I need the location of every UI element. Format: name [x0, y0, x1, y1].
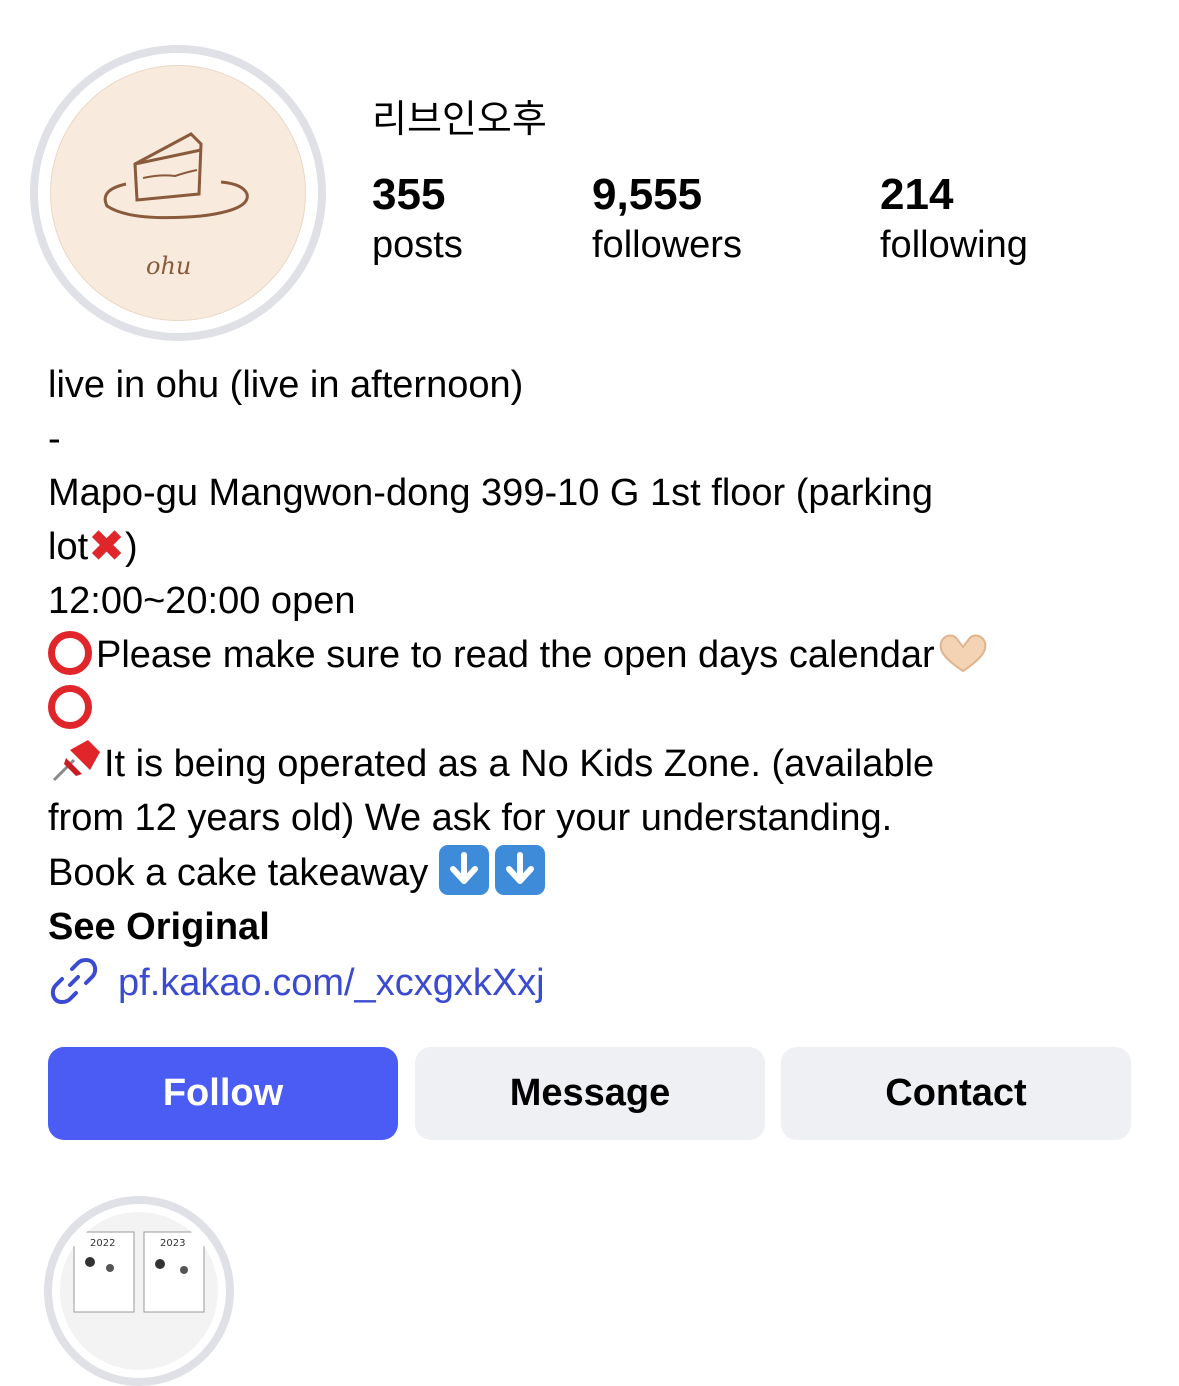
link-icon: [50, 958, 98, 1004]
message-button[interactable]: Message: [415, 1047, 765, 1140]
stat-followers[interactable]: 9,555 followers: [592, 170, 742, 270]
profile-link[interactable]: pf.kakao.com/_xcxgxkXxj: [48, 955, 545, 1007]
contact-button[interactable]: Contact: [781, 1047, 1131, 1140]
pushpin-icon: [52, 740, 100, 782]
following-count: 214: [880, 170, 954, 219]
avatar-frame: ohu: [38, 53, 318, 333]
following-label: following: [880, 224, 1028, 266]
down-arrow-icon: [438, 845, 489, 895]
highlight-frame: 2022 2023: [52, 1204, 226, 1378]
hollow-red-circle-icon: [48, 685, 92, 729]
cake-slice-icon: ohu: [103, 132, 249, 280]
bio: live in ohu (live in afternoon) - Mapo-g…: [48, 358, 1148, 954]
link-text[interactable]: pf.kakao.com/_xcxgxkXxj: [118, 962, 545, 1004]
bio-line: -: [48, 418, 61, 460]
stat-posts[interactable]: 355 posts: [372, 170, 463, 270]
username: 리브인오후: [372, 97, 547, 141]
highlight-thumbnail: 2022 2023: [60, 1212, 218, 1370]
highlight-year-1: 2022: [90, 1238, 115, 1249]
bio-text: Book a cake takeaway: [48, 852, 439, 894]
bio-text: Please make sure to read the open days c…: [96, 634, 935, 676]
followers-label: followers: [592, 224, 742, 266]
bio-line: from 12 years old) We ask for your under…: [48, 797, 893, 839]
heart-hands-icon: [939, 634, 987, 673]
bio-line: 12:00~20:00 open: [48, 580, 356, 622]
bio-line: Mapo-gu Mangwon-dong 399-10 G 1st floor …: [48, 472, 934, 514]
bio-text: lot: [48, 526, 89, 568]
posts-count: 355: [372, 170, 446, 219]
avatar[interactable]: ohu: [50, 65, 306, 321]
bio-text: It is being operated as a No Kids Zone. …: [104, 743, 935, 785]
see-original-link[interactable]: See Original: [48, 900, 1148, 954]
bio-line: It is being operated as a No Kids Zone. …: [48, 736, 1148, 791]
posts-label: posts: [372, 224, 463, 266]
bio-line: Book a cake takeaway: [48, 845, 1148, 900]
followers-count: 9,555: [592, 170, 703, 219]
bio-text: ): [125, 526, 138, 568]
bio-line: [48, 682, 1148, 736]
bio-line: live in ohu (live in afternoon): [48, 364, 524, 406]
bio-line: Please make sure to read the open days c…: [48, 628, 1148, 682]
profile-avatar-ring[interactable]: ohu: [30, 45, 326, 341]
stat-following[interactable]: 214 following: [880, 170, 1028, 270]
avatar-text: ohu: [146, 252, 191, 280]
highlight-year-2: 2023: [160, 1238, 185, 1249]
hollow-red-circle-icon: [48, 631, 92, 675]
down-arrow-icon: [494, 845, 545, 895]
story-highlight[interactable]: 2022 2023: [44, 1196, 234, 1386]
follow-button[interactable]: Follow: [48, 1047, 398, 1140]
bio-line: lot✖): [48, 520, 1148, 574]
cross-mark-icon: ✖: [88, 522, 126, 571]
